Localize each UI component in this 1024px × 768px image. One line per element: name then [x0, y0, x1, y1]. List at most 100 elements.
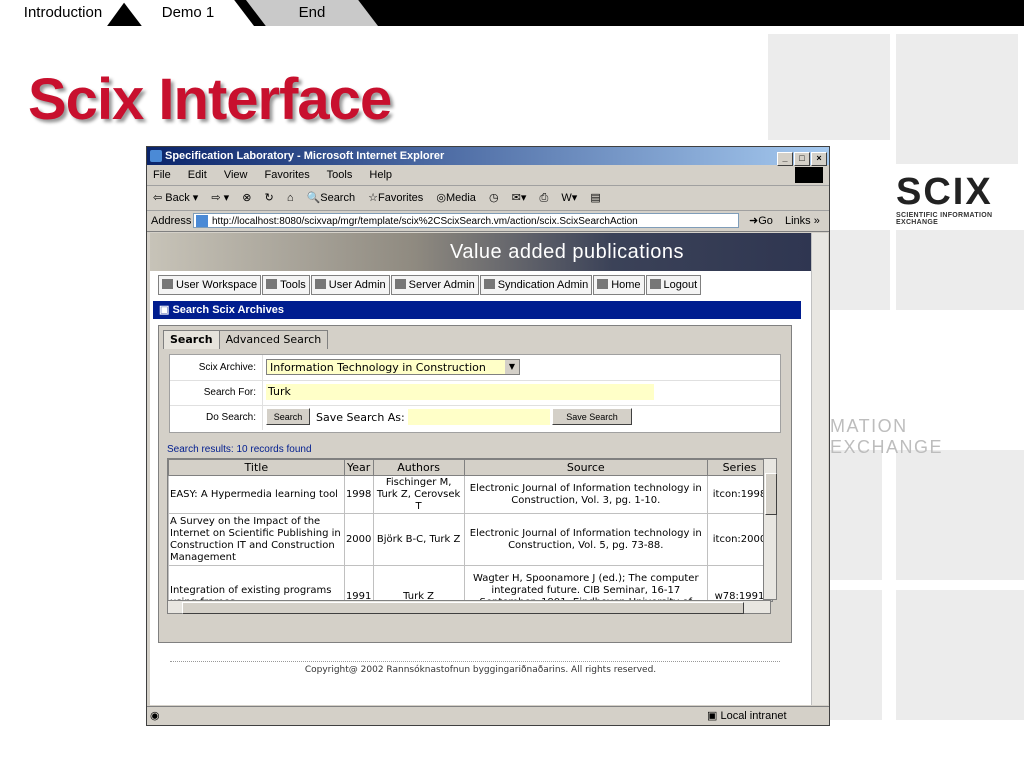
- tools-icon: [266, 279, 278, 289]
- back-label: Back: [165, 192, 190, 204]
- cell-source: Electronic Journal of Information techno…: [463, 513, 708, 566]
- nav-label: Home: [611, 279, 641, 291]
- nav-syndication-admin[interactable]: Syndication Admin: [479, 275, 593, 295]
- page-vertical-scrollbar[interactable]: [811, 233, 828, 705]
- browser-toolbar: ⇦ Back ▾ ⇨ ▾ ⊗ ↻ ⌂ 🔍Search ☆Favorites ◎M…: [147, 186, 829, 211]
- nav-server-admin[interactable]: Server Admin: [390, 275, 479, 295]
- table-row[interactable]: A Survey on the Impact of the Internet o…: [168, 513, 772, 566]
- menu-help[interactable]: Help: [369, 169, 392, 181]
- bg-watermark-subtitle: MATION EXCHANGE: [830, 416, 944, 457]
- col-title[interactable]: Title: [168, 459, 345, 476]
- nav-user-admin[interactable]: User Admin: [310, 275, 390, 295]
- home-icon[interactable]: ⌂: [287, 192, 294, 204]
- cell-title: A Survey on the Impact of the Internet o…: [168, 513, 345, 566]
- window-title: Specification Laboratory - Microsoft Int…: [165, 150, 445, 162]
- menu-favorites[interactable]: Favorites: [265, 169, 310, 181]
- table-row[interactable]: EASY: A Hypermedia learning tool 1998 Fi…: [168, 475, 772, 514]
- bg-square: [830, 590, 882, 720]
- scrollbar-thumb[interactable]: [182, 602, 744, 614]
- syndication-icon: [483, 279, 495, 289]
- status-bar: ◉ ▣ Local intranet: [147, 706, 829, 726]
- search-button[interactable]: 🔍Search: [307, 192, 356, 204]
- slide-tab-demo1[interactable]: Demo 1: [122, 0, 254, 26]
- bg-square: [896, 34, 1018, 164]
- footer-divider: [170, 661, 780, 662]
- scrollbar-thumb[interactable]: [765, 473, 777, 515]
- cell-year: 1998: [343, 475, 374, 514]
- nav-logout[interactable]: Logout: [645, 275, 702, 295]
- save-search-button[interactable]: Save Search: [552, 408, 632, 425]
- edit-icon[interactable]: W▾: [561, 192, 577, 204]
- server-admin-icon: [394, 279, 406, 289]
- address-value: http://localhost:8080/scixvap/mgr/templa…: [212, 216, 638, 227]
- archive-label: Scix Archive:: [198, 362, 256, 373]
- links-button[interactable]: Links »: [785, 211, 820, 231]
- col-authors[interactable]: Authors: [372, 459, 465, 476]
- nav-home[interactable]: Home: [593, 275, 645, 295]
- refresh-icon[interactable]: ↻: [265, 192, 274, 204]
- table-header-row: Title Year Authors Source Series: [168, 459, 772, 476]
- page-icon: [196, 215, 208, 227]
- cell-authors: Turk Z: [372, 565, 465, 601]
- mail-icon[interactable]: ✉▾: [512, 192, 527, 204]
- table-row[interactable]: Integration of existing programs using f…: [168, 565, 772, 601]
- logo-subtitle: SCIENTIFIC INFORMATION EXCHANGE: [896, 212, 993, 226]
- discuss-icon[interactable]: ▤: [590, 192, 600, 204]
- print-icon[interactable]: ⎙: [539, 192, 548, 204]
- address-input[interactable]: http://localhost:8080/scixvap/mgr/templa…: [193, 213, 739, 228]
- cell-authors: Fischinger M, Turk Z, Cerovsek T: [372, 475, 465, 514]
- minimize-button[interactable]: _: [777, 152, 793, 166]
- bg-square: [896, 590, 1024, 720]
- cell-year: 2000: [343, 513, 374, 566]
- search-submit-button[interactable]: Search: [266, 408, 310, 425]
- media-button[interactable]: ◎Media: [436, 192, 476, 204]
- section-title: Search Scix Archives: [172, 304, 284, 316]
- go-button[interactable]: ➜Go: [749, 211, 773, 231]
- user-admin-icon: [314, 279, 326, 289]
- slide-tab-introduction[interactable]: Introduction: [0, 0, 126, 26]
- media-label: Media: [445, 192, 476, 204]
- search-for-input[interactable]: Turk: [266, 384, 654, 400]
- tab-advanced-search[interactable]: Advanced Search: [218, 330, 329, 349]
- menu-tools[interactable]: Tools: [327, 169, 353, 181]
- nav-label: Tools: [280, 279, 306, 291]
- search-archive-icon: ▣: [159, 304, 173, 316]
- tab-search[interactable]: Search: [163, 330, 220, 349]
- cell-source: Electronic Journal of Information techno…: [463, 475, 708, 514]
- menu-view[interactable]: View: [224, 169, 248, 181]
- save-search-name-input[interactable]: [408, 409, 550, 425]
- maximize-button[interactable]: □: [794, 152, 810, 166]
- status-zone: ▣ Local intranet: [707, 710, 787, 722]
- close-button[interactable]: ×: [811, 152, 827, 166]
- favorites-button[interactable]: ☆Favorites: [368, 192, 423, 204]
- app-nav: User Workspace Tools User Admin Server Admi…: [158, 275, 811, 295]
- logo-mark: SCIX: [896, 171, 993, 213]
- page-footer: Copyright@ 2002 Rannsóknastofnun bygging…: [304, 665, 657, 675]
- stop-icon[interactable]: ⊗: [242, 192, 251, 204]
- cell-series: itcon:1998: [706, 475, 772, 514]
- nav-tools[interactable]: Tools: [262, 275, 310, 295]
- save-search-as-label: Save Search As:: [316, 411, 405, 424]
- back-button[interactable]: ⇦ Back ▾: [153, 192, 198, 204]
- slide-title: Scix Interface: [28, 67, 392, 132]
- forward-button[interactable]: ⇨ ▾: [211, 192, 229, 204]
- cell-source: Wagter H, Spoonamore J (ed.); The comput…: [463, 565, 708, 601]
- search-for-row: Search For: Turk: [170, 380, 780, 406]
- cell-title: EASY: A Hypermedia learning tool: [168, 475, 345, 514]
- bg-square: [830, 450, 882, 580]
- status-zone-label: Local intranet: [720, 710, 787, 722]
- slide-tab-end[interactable]: End: [246, 0, 378, 26]
- col-source[interactable]: Source: [463, 459, 708, 476]
- col-year[interactable]: Year: [343, 459, 374, 476]
- menu-file[interactable]: File: [153, 169, 171, 181]
- nav-user-workspace[interactable]: User Workspace: [158, 275, 262, 295]
- col-series[interactable]: Series: [706, 459, 772, 476]
- menu-edit[interactable]: Edit: [188, 169, 207, 181]
- search-label: Search: [320, 192, 356, 204]
- results-summary: Search results: 10 records found: [167, 444, 312, 455]
- grid-vertical-scrollbar[interactable]: [763, 458, 777, 600]
- history-icon[interactable]: ◷: [489, 192, 499, 204]
- grid-horizontal-scrollbar[interactable]: [167, 600, 771, 614]
- cell-series: w78:1991: [706, 565, 772, 601]
- archive-select[interactable]: Information Technology in Construction ▼: [266, 359, 520, 375]
